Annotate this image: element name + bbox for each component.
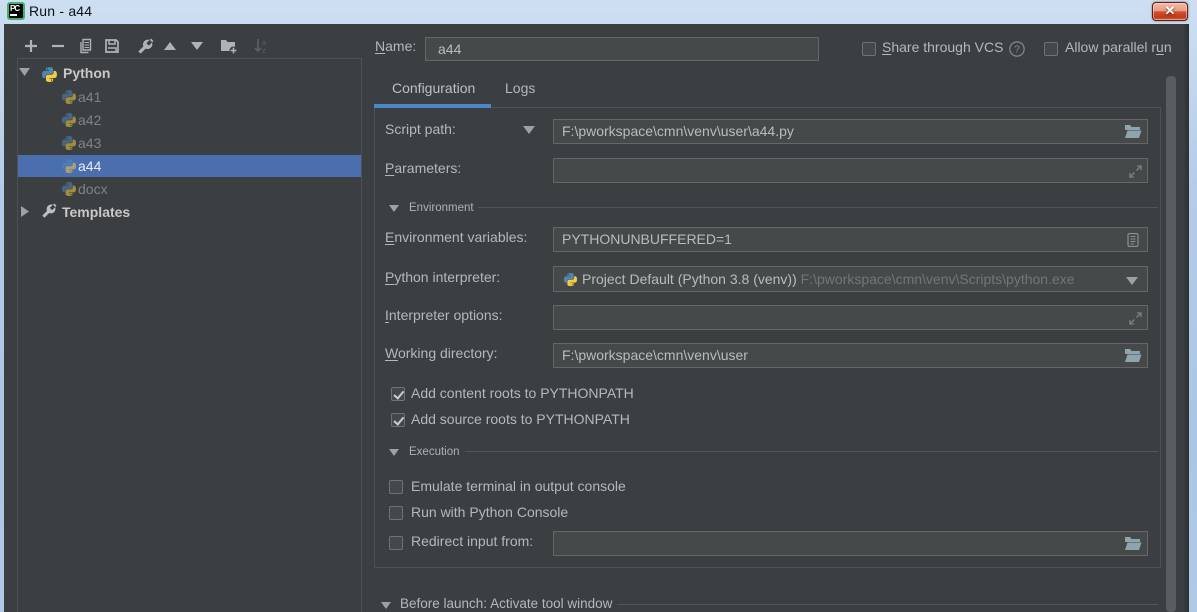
svg-text:z: z (262, 48, 266, 54)
svg-text:a: a (262, 40, 266, 47)
svg-text:?: ? (1014, 44, 1020, 55)
